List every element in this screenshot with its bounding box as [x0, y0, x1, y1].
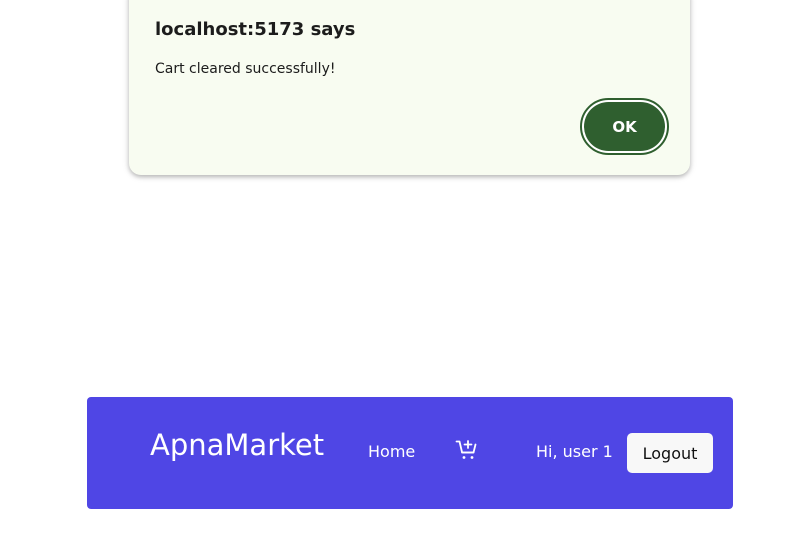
ok-button[interactable]: OK — [580, 98, 669, 155]
alert-dialog: localhost:5173 says Cart cleared success… — [129, 0, 690, 175]
alert-title: localhost:5173 says — [155, 19, 356, 40]
nav-home-link[interactable]: Home — [368, 442, 415, 461]
logout-button[interactable]: Logout — [627, 433, 713, 473]
brand-logo[interactable]: ApnaMarket — [150, 428, 324, 463]
ok-button-label: OK — [584, 102, 665, 151]
cart-plus-icon[interactable] — [455, 438, 479, 462]
alert-message: Cart cleared successfully! — [155, 61, 336, 77]
navbar: ApnaMarket Home Hi, user 1 Logout — [87, 397, 733, 509]
user-greeting: Hi, user 1 — [536, 442, 613, 461]
